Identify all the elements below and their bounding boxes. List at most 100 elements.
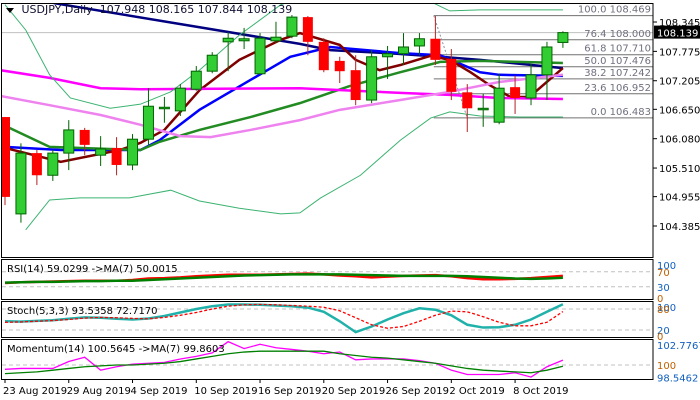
x-tick-label: 10 Sep 2019 (194, 386, 257, 397)
candle-body (286, 16, 298, 37)
magenta-ma-line (2, 69, 563, 101)
candle-body (462, 92, 473, 109)
candle (318, 38, 329, 73)
candle (31, 150, 42, 186)
candle (238, 27, 250, 50)
candle-body (334, 60, 345, 72)
y-tick-label: 104.385 (659, 222, 700, 233)
candle-body (142, 105, 154, 140)
ohlc-high: 108.165 (148, 3, 195, 16)
candle-body (254, 37, 266, 75)
ohlc-close: 108.139 (246, 3, 293, 16)
candle-body (510, 87, 521, 98)
bollinger-lower-line (25, 111, 563, 231)
y-tick-label: 107.205 (659, 77, 700, 88)
main-panel: 100.0 108.469 76.4 108.000 61.8 107.71050.… (2, 4, 653, 231)
candle-body (557, 32, 569, 43)
x-tick-label: 4 Sep 2019 (131, 386, 188, 397)
candle (286, 15, 298, 39)
x-tick-label: 26 Sep 2019 (386, 386, 449, 397)
indicator-title: Stoch(5,3,3) 93.5358 72.7170 (7, 306, 158, 317)
candle-body (318, 41, 329, 71)
candle-body (350, 70, 361, 101)
rsi-panel: RSI(14) 59.0299 ->MA(7) 50.0015 10070300 (2, 261, 676, 305)
y-tick-label: 100 (657, 361, 676, 372)
candle (302, 16, 313, 56)
candle (206, 52, 218, 74)
candle-body (270, 36, 282, 42)
candle-body (127, 138, 139, 166)
candle-body (398, 46, 409, 55)
fib-level-label: 38.2 107.242 (584, 68, 651, 79)
y-tick-label: 98.5462 (657, 374, 698, 385)
candle-body (366, 56, 378, 101)
candle-body (382, 53, 394, 58)
candle (15, 143, 27, 223)
candle-body (190, 70, 202, 90)
candle (366, 50, 378, 104)
candle (95, 136, 107, 166)
candle (142, 88, 154, 145)
candle-body (95, 148, 107, 156)
candle (174, 84, 186, 117)
fib-level-label: 50.0 107.476 (584, 56, 651, 67)
x-tick-label: 8 Oct 2019 (513, 386, 568, 397)
candle-body (47, 152, 59, 176)
candle-body (222, 37, 234, 43)
x-tick-label: 2 Oct 2019 (449, 386, 504, 397)
candle (398, 33, 409, 66)
candle (413, 33, 425, 56)
candle (557, 31, 569, 48)
candle (158, 96, 170, 123)
candle-body (63, 129, 75, 154)
symbol-label: USDJPY,Daily (21, 3, 93, 16)
x-tick-label: 20 Sep 2019 (322, 386, 385, 397)
candle-body (206, 54, 218, 72)
candle-body (477, 107, 489, 111)
x-tick-label: 16 Sep 2019 (258, 386, 321, 397)
candle (47, 150, 59, 181)
candle (430, 16, 441, 66)
candle (127, 134, 139, 171)
y-tick-label: 107.775 (659, 47, 700, 58)
fib-level-label: 61.8 107.710 (584, 44, 651, 55)
candle (462, 84, 473, 132)
candle (334, 56, 345, 84)
fib-level-label: 76.4 108.000 (584, 29, 651, 40)
candle-body (302, 17, 313, 42)
y-tick-label: 105.510 (659, 164, 700, 175)
indicator-title: RSI(14) 59.0299 ->MA(7) 50.0015 (7, 264, 178, 275)
y-tick-label: 102.7767 (657, 341, 700, 352)
fib-level-label: 0.0 106.483 (591, 107, 651, 118)
candle-body (238, 38, 250, 42)
x-tick-label: 23 Aug 2019 (3, 386, 67, 397)
candle (111, 137, 122, 176)
symbol-dropdown-icon[interactable] (6, 7, 14, 13)
ohlc-low: 107.844 (197, 3, 244, 16)
x-tick-label: 29 Aug 2019 (67, 386, 131, 397)
candle-body (15, 152, 27, 215)
fib-level-label: 23.6 106.952 (584, 83, 651, 94)
candle-body (111, 147, 122, 165)
candle-body (174, 87, 186, 112)
candle-body (525, 74, 537, 99)
bollinger-upper-line (4, 4, 563, 109)
candle-body (493, 87, 505, 123)
fib-level-label: 100.0 108.469 (578, 5, 651, 16)
candle-body (31, 153, 42, 176)
candle (63, 120, 75, 171)
y-tick-label: 30 (657, 283, 670, 294)
candle (254, 33, 266, 75)
momentum-panel: Momentum(14) 100.5645 ->MA(7) 99.8603 102… (2, 340, 700, 385)
y-tick-label: 104.955 (659, 193, 700, 204)
y-tick-label: 80 (657, 305, 670, 316)
y-tick-label: 106.650 (659, 105, 700, 116)
usdjpy-chart[interactable]: 100.0 108.469 76.4 108.000 61.8 107.71050.… (0, 0, 700, 400)
candle (541, 41, 553, 101)
ohlc-open: 107.948 (99, 3, 146, 16)
indicator-title: Momentum(14) 100.5645 ->MA(7) 99.8603 (7, 344, 225, 355)
candle-body (79, 129, 90, 145)
chart-header: USDJPY,Daily 107.948 108.165 107.844 108… (6, 3, 292, 16)
candle-body (446, 58, 457, 92)
y-tick-label: 106.080 (659, 135, 700, 146)
